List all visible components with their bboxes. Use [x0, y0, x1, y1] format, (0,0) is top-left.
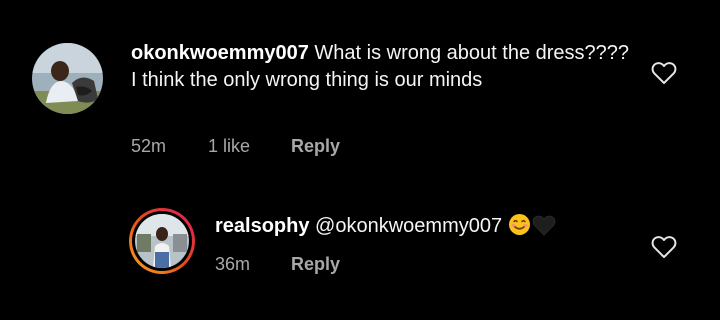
comment-username[interactable]: realsophy	[215, 215, 309, 237]
comment-time: 52m	[131, 136, 167, 156]
comment-body: @okonkwoemmy007	[309, 215, 508, 237]
comment-text-1: okonkwoemmy007 What is wrong about the d…	[131, 40, 631, 94]
comment-meta-2: 36m Reply	[215, 254, 340, 275]
user-photo-icon	[32, 43, 103, 114]
comment-meta-1: 52m 1 like Reply	[131, 136, 340, 157]
black-heart-emoji	[532, 214, 556, 244]
comment-time: 36m	[215, 254, 251, 274]
user-photo-icon	[135, 214, 189, 268]
reply-button[interactable]: Reply	[291, 136, 340, 157]
comment-like-count[interactable]: 1 like	[208, 136, 250, 157]
heart-outline-icon[interactable]	[651, 235, 677, 259]
comment-text-2: realsophy @okonkwoemmy007	[215, 213, 635, 244]
avatar[interactable]	[32, 43, 103, 114]
heart-outline-icon[interactable]	[651, 61, 677, 85]
avatar[interactable]	[129, 208, 195, 274]
reply-button[interactable]: Reply	[291, 254, 340, 275]
smiling-face-emoji	[508, 213, 531, 244]
comment-username[interactable]: okonkwoemmy007	[131, 42, 309, 64]
